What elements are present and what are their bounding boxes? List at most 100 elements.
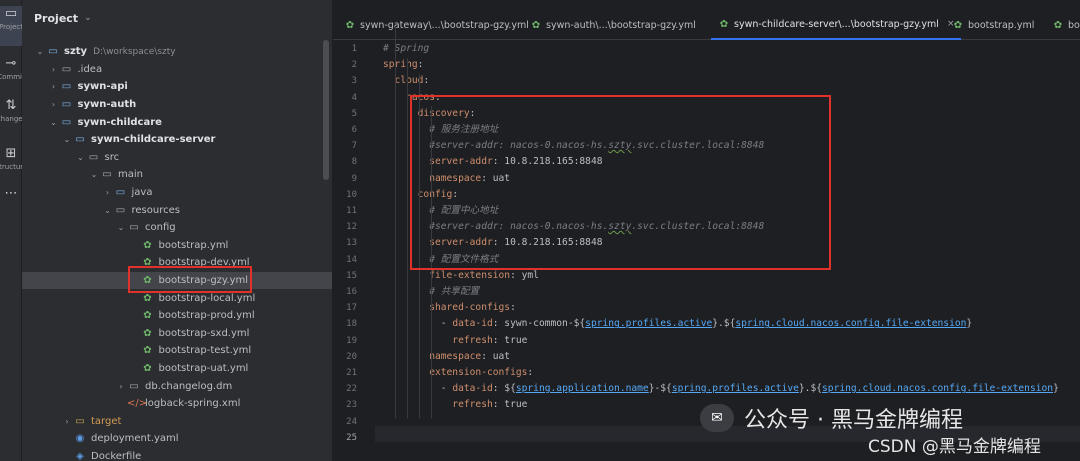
- code-line[interactable]: extension-configs:: [383, 365, 533, 381]
- folder-icon: ▭: [61, 116, 72, 128]
- tree-item[interactable]: ✿ bootstrap-uat.yml: [22, 360, 332, 378]
- activity-structure-button[interactable]: ⊞Structure: [0, 146, 27, 186]
- code-line[interactable]: namespace: uat: [383, 349, 510, 365]
- tree-item[interactable]: ⌄ ▭ sywn-childcare-server: [22, 131, 332, 149]
- editor-tab[interactable]: ✿ bootstrap: [1045, 10, 1080, 40]
- line-number: 24: [346, 416, 357, 427]
- tree-item[interactable]: › ▭ sywn-api: [22, 78, 332, 96]
- folder-icon: ▭: [61, 99, 72, 111]
- yaml-file-icon: ✿: [143, 345, 152, 357]
- line-number: 5: [351, 108, 357, 119]
- tree-item[interactable]: ◉ deployment.yaml: [22, 430, 332, 448]
- editor-tab-label: bootstrap: [1068, 19, 1080, 31]
- yaml-file-icon: ✿: [143, 310, 152, 322]
- tree-item-label: resources: [131, 204, 180, 216]
- tree-item-label: target: [91, 415, 122, 427]
- line-number: 20: [346, 351, 357, 362]
- chevron-down-icon[interactable]: ⌄: [48, 118, 60, 127]
- chevron-down-icon[interactable]: ⌄: [75, 153, 87, 162]
- selected-file-highlight-box: [128, 266, 252, 293]
- tree-item-label: deployment.yaml: [91, 433, 179, 445]
- line-number: 22: [346, 384, 357, 395]
- line-number: 2: [351, 60, 357, 71]
- tree-item-label: bootstrap-uat.yml: [158, 363, 249, 375]
- line-number: 21: [346, 368, 357, 378]
- chevron-right-icon[interactable]: ›: [61, 417, 73, 426]
- tree-item-path: D:\workspace\szty: [93, 46, 176, 57]
- activity-changes-button[interactable]: ⇅Changes: [0, 98, 26, 138]
- code-line[interactable]: spring:: [383, 57, 423, 73]
- tree-item[interactable]: ⌄ ▭ resources: [22, 201, 332, 219]
- watermark-sub: CSDN @黑马金牌编程: [868, 437, 1041, 457]
- chevron-right-icon[interactable]: ›: [48, 82, 60, 91]
- chevron-right-icon[interactable]: ›: [102, 188, 114, 197]
- tree-item[interactable]: › ▭ java: [22, 184, 332, 202]
- chevron-down-icon[interactable]: ⌄: [34, 47, 46, 56]
- line-number-gutter: 1 2 3 4 5 6 7 8 9 10 11 12 13 14 15 16 17 18 19 20 21 22 23 24 2…: [333, 40, 375, 461]
- editor-tab[interactable]: ✿ bootstrap.yml: [945, 10, 1040, 40]
- chevron-down-icon[interactable]: ⌄: [61, 135, 73, 144]
- tree-item-label: src: [104, 151, 120, 163]
- code-token: }.${: [798, 383, 823, 395]
- editor-tab[interactable]: ✿ sywn-gateway\...\bootstrap-gzy.yml: [337, 10, 535, 40]
- code-token: }: [1053, 383, 1059, 395]
- tree-item-label: bootstrap-test.yml: [158, 345, 252, 357]
- project-panel-header[interactable]: Project ⌄: [22, 0, 332, 36]
- code-line[interactable]: # Spring: [383, 41, 429, 57]
- code-token: cloud: [383, 75, 424, 87]
- line-number: 23: [346, 400, 357, 411]
- project-panel: Project ⌄ ⌄ ▭ szty D:\workspace\szty › ▭ .idea…: [22, 0, 333, 461]
- tree-item[interactable]: ⌄ ▭ szty D:\workspace\szty: [22, 43, 332, 61]
- code-token: spring.profiles.active: [671, 383, 799, 395]
- code-token: spring.cloud.nacos.config.file-extension: [735, 318, 967, 330]
- activity-project-button[interactable]: ▭ Project: [0, 6, 23, 46]
- tree-item[interactable]: › ▭ db.changelog.dm: [22, 377, 332, 395]
- activity-more-button[interactable]: ⋯: [0, 186, 22, 226]
- tree-item[interactable]: ✿ bootstrap-prod.yml: [22, 307, 332, 325]
- indent-guide: [407, 58, 408, 418]
- tree-item-label: szty: [64, 46, 88, 58]
- tree-item[interactable]: ✿ bootstrap-sxd.yml: [22, 325, 332, 343]
- code-line[interactable]: refresh: true: [383, 333, 527, 349]
- tree-item[interactable]: </> logback-spring.xml: [22, 395, 332, 413]
- tree-item[interactable]: ◈ Dockerfile: [22, 448, 332, 461]
- line-number: 25: [346, 432, 357, 443]
- editor-tab[interactable]: ✿ sywn-childcare-server\...\bootstrap-gzy…: [711, 10, 961, 40]
- line-number: 9: [351, 173, 357, 184]
- tree-item[interactable]: ⌄ ▭ sywn-childcare: [22, 113, 332, 131]
- line-number: 12: [346, 222, 357, 233]
- tree-item[interactable]: ⌄ ▭ config: [22, 219, 332, 237]
- code-line[interactable]: - data-id: sywn-common-${spring.profiles…: [383, 316, 972, 332]
- project-scrollbar[interactable]: [323, 40, 329, 180]
- chevron-right-icon[interactable]: ›: [115, 382, 127, 391]
- chevron-down-icon[interactable]: ⌄: [84, 13, 92, 23]
- tree-item[interactable]: › ▭ target: [22, 413, 332, 431]
- chevron-right-icon[interactable]: ›: [48, 65, 60, 74]
- tree-item[interactable]: › ▭ sywn-auth: [22, 96, 332, 114]
- editor-tab-label: sywn-gateway\...\bootstrap-gzy.yml: [360, 19, 529, 31]
- code-line[interactable]: - data-id: ${spring.application.name}-${…: [383, 381, 1059, 397]
- chevron-down-icon[interactable]: ⌄: [88, 170, 100, 179]
- chevron-down-icon[interactable]: ⌄: [115, 223, 127, 232]
- line-number: 7: [351, 141, 357, 152]
- code-line[interactable]: shared-configs:: [383, 300, 516, 316]
- code-token: :: [527, 367, 534, 378]
- editor-tab[interactable]: ✿ sywn-auth\...\bootstrap-gzy.yml: [523, 10, 702, 40]
- code-token: data-id: [452, 383, 493, 395]
- tree-item[interactable]: ⌄ ▭ main: [22, 166, 332, 184]
- code-line[interactable]: refresh: true: [383, 397, 527, 413]
- code-token: spring.application.name: [515, 383, 649, 395]
- tree-item[interactable]: ✿ bootstrap-test.yml: [22, 342, 332, 360]
- folder-icon: ▭: [75, 415, 85, 427]
- yaml-file-icon: ✿: [143, 292, 152, 304]
- chevron-right-icon[interactable]: ›: [48, 100, 60, 109]
- tree-item[interactable]: ✿ bootstrap.yml: [22, 237, 332, 255]
- tree-item[interactable]: ⌄ ▭ src: [22, 149, 332, 167]
- chevron-down-icon[interactable]: ⌄: [102, 206, 114, 215]
- code-token: file-extension: [383, 269, 511, 281]
- activity-commit-button[interactable]: ⊸ Commit: [0, 56, 25, 96]
- activity-label: Project: [0, 23, 23, 31]
- tree-item[interactable]: › ▭ .idea: [22, 61, 332, 79]
- nacos-config-highlight-box: [410, 95, 831, 270]
- tree-item-label: bootstrap-prod.yml: [158, 310, 255, 322]
